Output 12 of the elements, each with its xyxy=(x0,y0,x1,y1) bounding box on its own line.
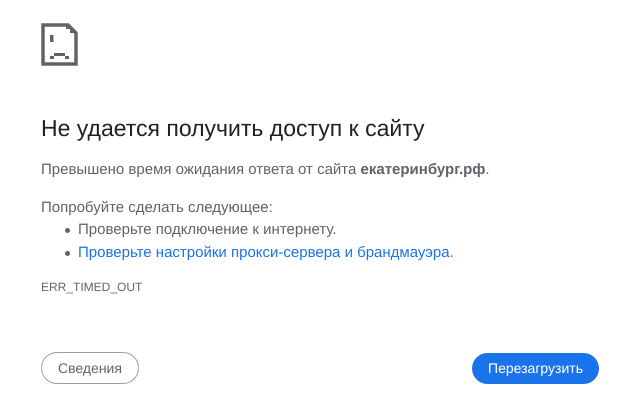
details-button[interactable]: Сведения xyxy=(41,352,139,384)
suggestions-heading: Попробуйте сделать следующее: xyxy=(41,198,273,218)
reload-button[interactable]: Перезагрузить xyxy=(472,352,599,384)
bullet-icon xyxy=(65,228,70,232)
error-code: ERR_TIMED_OUT xyxy=(41,279,142,295)
error-message: Превышено время ожидания ответа от сайта екатеринбург.рф. xyxy=(41,160,490,180)
period-text: . xyxy=(450,243,454,263)
sad-page-icon xyxy=(41,23,78,66)
error-title: Не удается получить доступ к сайту xyxy=(41,114,425,142)
suggestion-text: Проверьте подключение к интернету. xyxy=(78,220,337,240)
settings-link[interactable]: Проверьте настройки прокси-сервера и брандмауэра xyxy=(78,243,450,263)
bullet-icon xyxy=(65,250,70,256)
